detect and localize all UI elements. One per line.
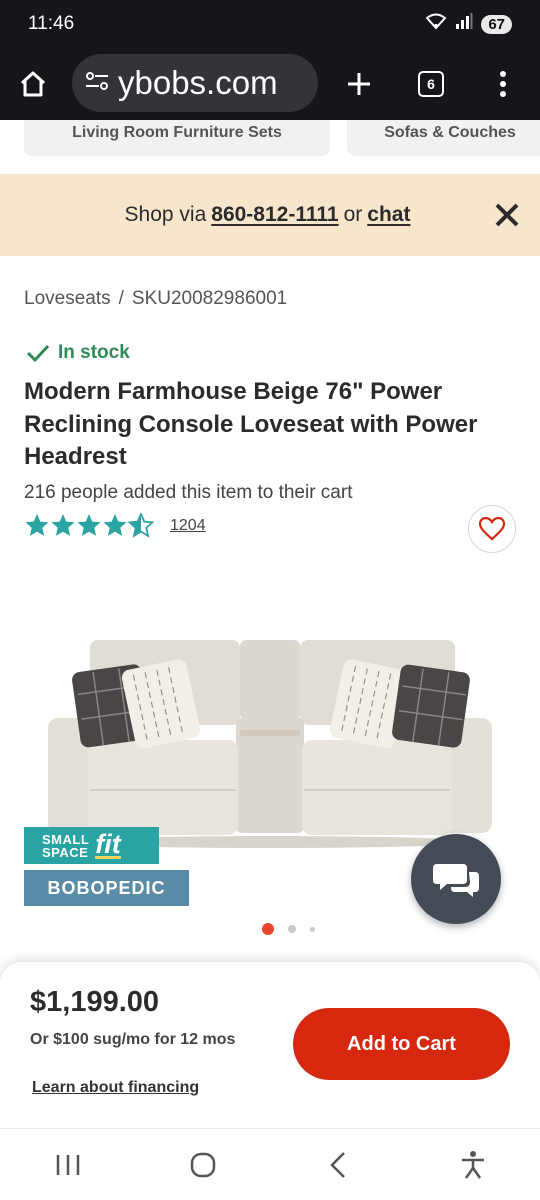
financing-link[interactable]: Learn about financing <box>32 1079 199 1097</box>
badge-small-label: SMALL <box>42 831 90 847</box>
bobopedic-badge: BOBOPEDIC <box>24 870 189 906</box>
plus-icon <box>348 73 370 95</box>
new-tab-button[interactable] <box>326 48 392 120</box>
system-nav-bar <box>0 1128 540 1200</box>
more-vertical-icon <box>500 71 506 97</box>
stock-label: In stock <box>58 342 130 363</box>
recents-button[interactable] <box>38 1135 98 1195</box>
recents-icon <box>56 1154 79 1175</box>
home-circle-icon <box>190 1152 215 1177</box>
back-button[interactable] <box>308 1135 368 1195</box>
wifi-icon <box>425 12 447 36</box>
tab-switcher-button[interactable]: 6 <box>398 48 464 120</box>
rating-stars-icon <box>25 513 154 537</box>
banner-close-button[interactable] <box>490 198 524 232</box>
heart-icon <box>479 517 505 541</box>
breadcrumb-category[interactable]: Loveseats <box>24 288 111 310</box>
product-image[interactable] <box>40 630 500 850</box>
chat-link[interactable]: chat <box>367 203 410 227</box>
signal-icon <box>455 13 473 35</box>
accessibility-icon <box>461 1150 484 1179</box>
status-bar: 11:46 67 <box>0 0 540 48</box>
accessibility-button[interactable] <box>443 1135 503 1195</box>
check-icon <box>26 344 50 363</box>
close-icon <box>495 203 519 227</box>
cart-social-proof: 216 people added this item to their cart <box>24 482 353 503</box>
badge-space-label: SPACE <box>42 844 89 860</box>
chat-bubbles-icon <box>433 864 479 897</box>
carousel-dot[interactable] <box>288 925 296 933</box>
home-icon <box>20 71 46 97</box>
add-to-cart-button[interactable]: Add to Cart <box>293 1008 510 1080</box>
address-bar[interactable]: ybobs.com <box>72 54 318 112</box>
banner-connector: or <box>343 203 363 226</box>
home-nav-button[interactable] <box>173 1135 233 1195</box>
tab-count[interactable]: 6 <box>418 71 444 97</box>
carousel-dot-active[interactable] <box>262 923 274 935</box>
carousel-indicator <box>262 923 315 935</box>
site-settings-icon[interactable] <box>84 70 110 97</box>
review-count-link[interactable]: 1204 <box>170 517 206 535</box>
category-chip-living-room[interactable]: Living Room Furniture Sets <box>24 120 330 156</box>
home-button[interactable] <box>0 48 66 120</box>
purchase-panel: $1,199.00 Or $100 sug/mo for 12 mos Lear… <box>0 962 540 1128</box>
badge-fit-label: fit <box>95 829 121 859</box>
phone-link[interactable]: 860-812-1111 <box>211 203 338 227</box>
small-space-fit-badge: SMALL SPACE fit <box>24 827 159 864</box>
breadcrumb-separator: / <box>118 288 124 309</box>
price: $1,199.00 <box>30 986 160 1018</box>
product-title: Modern Farmhouse Beige 76" Power Reclini… <box>24 378 478 470</box>
banner-prefix: Shop via <box>124 203 207 226</box>
url-text[interactable]: ybobs.com <box>118 64 278 102</box>
chat-button[interactable] <box>411 834 501 924</box>
category-chip-sofas[interactable]: Sofas & Couches <box>347 120 540 156</box>
contact-banner: Shop via 860-812-1111 or chat <box>0 174 540 256</box>
favorite-button[interactable] <box>468 505 516 553</box>
browser-menu-button[interactable] <box>470 48 536 120</box>
category-strip: Living Room Furniture Sets Sofas & Couch… <box>0 120 540 160</box>
breadcrumb: Loveseats / SKU20082986001 <box>24 288 287 310</box>
battery-indicator: 67 <box>481 14 512 34</box>
clock: 11:46 <box>28 13 75 34</box>
rating[interactable]: 1204 <box>24 513 206 539</box>
monthly-payment: Or $100 sug/mo for 12 mos <box>30 1031 236 1048</box>
stock-status: In stock <box>26 342 130 364</box>
carousel-dot[interactable] <box>310 926 315 932</box>
browser-toolbar: ybobs.com 6 <box>0 48 540 120</box>
back-icon <box>329 1151 345 1178</box>
breadcrumb-sku: SKU20082986001 <box>131 288 288 309</box>
